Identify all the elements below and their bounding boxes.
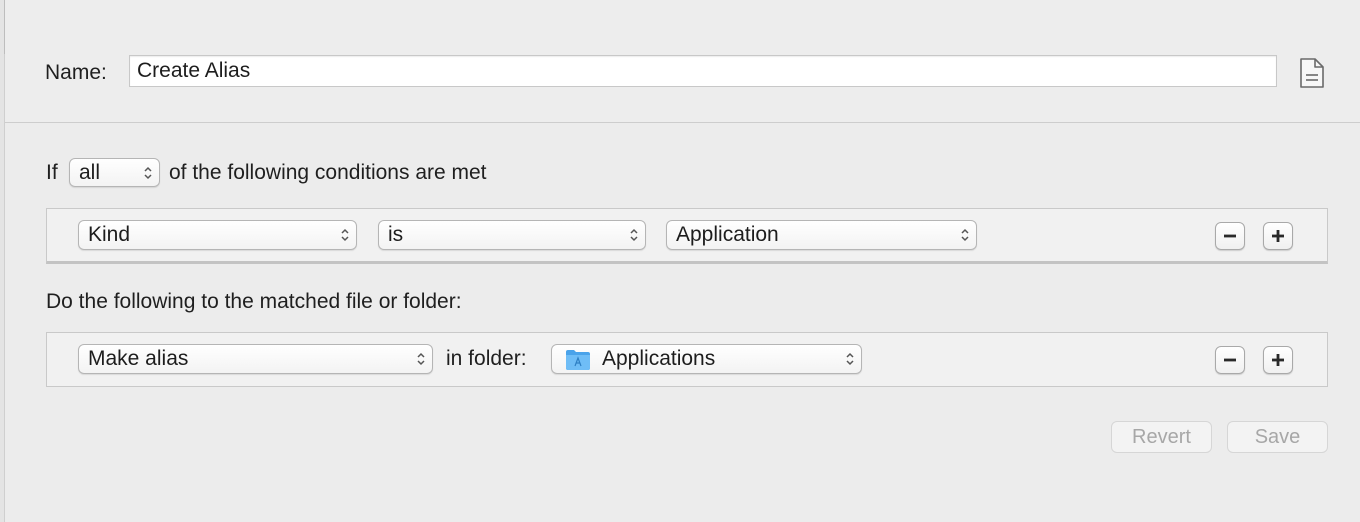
destination-folder-value: Applications bbox=[602, 347, 716, 370]
up-down-chevron-icon bbox=[846, 352, 854, 366]
destination-folder-popup[interactable]: Applications bbox=[551, 344, 862, 374]
plus-icon bbox=[1272, 230, 1284, 242]
remove-condition-button[interactable] bbox=[1215, 222, 1245, 250]
condition-operator-popup[interactable]: is bbox=[378, 220, 646, 250]
action-type-popup[interactable]: Make alias bbox=[78, 344, 433, 374]
add-action-button[interactable] bbox=[1263, 346, 1293, 374]
up-down-chevron-icon bbox=[341, 228, 349, 242]
add-condition-button[interactable] bbox=[1263, 222, 1293, 250]
in-folder-label: in folder: bbox=[446, 347, 527, 370]
up-down-chevron-icon bbox=[961, 228, 969, 242]
actions-heading: Do the following to the matched file or … bbox=[46, 290, 462, 313]
save-button[interactable]: Save bbox=[1227, 421, 1328, 453]
revert-button[interactable]: Revert bbox=[1111, 421, 1212, 453]
condition-value-popup[interactable]: Application bbox=[666, 220, 977, 250]
minus-icon bbox=[1224, 358, 1236, 362]
condition-attribute-popup[interactable]: Kind bbox=[78, 220, 357, 250]
remove-action-button[interactable] bbox=[1215, 346, 1245, 374]
action-type-value: Make alias bbox=[88, 347, 189, 370]
conditions-suffix-label: of the following conditions are met bbox=[169, 161, 487, 184]
match-selector-popup[interactable]: all bbox=[69, 158, 160, 187]
conditions-if-label: If bbox=[46, 161, 58, 184]
condition-attribute-value: Kind bbox=[88, 223, 131, 246]
document-icon[interactable] bbox=[1297, 57, 1327, 89]
condition-operator-value: is bbox=[388, 223, 404, 246]
minus-icon bbox=[1224, 234, 1236, 238]
name-label: Name: bbox=[45, 61, 107, 84]
condition-value-text: Application bbox=[676, 223, 779, 246]
applications-folder-icon bbox=[566, 350, 590, 370]
up-down-chevron-icon bbox=[417, 352, 425, 366]
up-down-chevron-icon bbox=[630, 228, 638, 242]
name-field[interactable] bbox=[129, 55, 1277, 87]
plus-icon bbox=[1272, 354, 1284, 366]
match-selector-value: all bbox=[79, 161, 101, 184]
up-down-chevron-icon bbox=[144, 166, 152, 179]
